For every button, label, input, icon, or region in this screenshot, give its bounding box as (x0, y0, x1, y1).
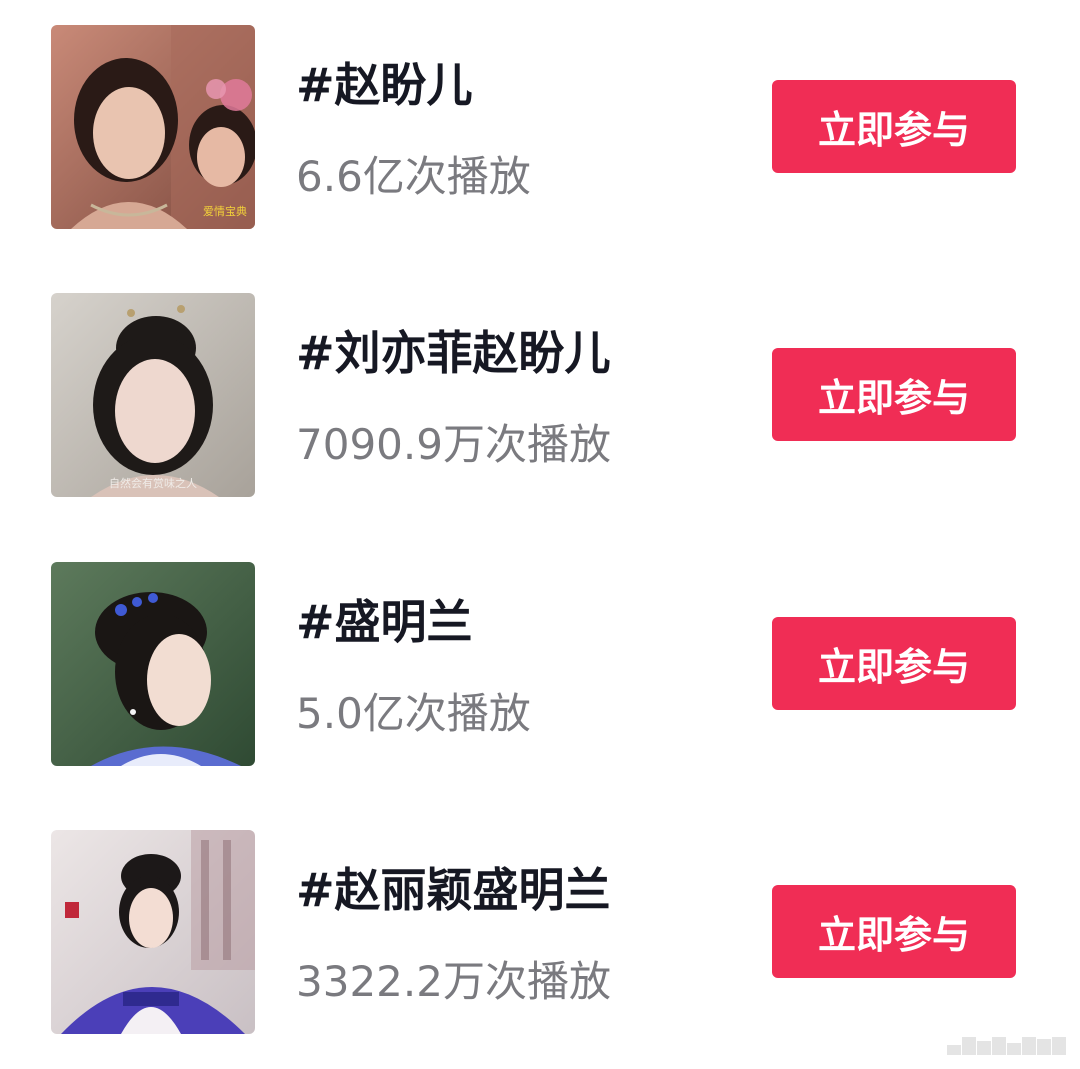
join-button[interactable]: 立即参与 (772, 80, 1016, 173)
topic-row[interactable]: 自然会有赏味之人 #刘亦菲赵盼儿 7090.9万次播放 立即参与 (0, 293, 1080, 497)
topic-title[interactable]: #赵丽颖盛明兰 (296, 862, 611, 918)
join-button[interactable]: 立即参与 (772, 885, 1016, 978)
topic-thumbnail[interactable] (51, 562, 255, 766)
topic-row[interactable]: #盛明兰 5.0亿次播放 立即参与 (0, 562, 1080, 766)
join-button[interactable]: 立即参与 (772, 617, 1016, 710)
play-count: 5.0亿次播放 (296, 689, 531, 738)
join-button[interactable]: 立即参与 (772, 348, 1016, 441)
thumb-caption: 自然会有赏味之人 (109, 477, 197, 490)
topic-row[interactable]: #赵丽颖盛明兰 3322.2万次播放 立即参与 (0, 830, 1080, 1034)
topic-thumbnail[interactable] (51, 830, 255, 1034)
thumb-caption: 爱情宝典 (203, 205, 247, 218)
topic-title[interactable]: #盛明兰 (296, 594, 473, 650)
topic-thumbnail[interactable]: 自然会有赏味之人 (51, 293, 255, 497)
topic-title[interactable]: #赵盼儿 (296, 57, 473, 113)
play-count: 6.6亿次播放 (296, 152, 531, 201)
watermark-bars (946, 1037, 1066, 1055)
topic-title[interactable]: #刘亦菲赵盼儿 (296, 325, 611, 381)
play-count: 7090.9万次播放 (296, 420, 611, 469)
topic-row[interactable]: 爱情宝典 #赵盼儿 6.6亿次播放 立即参与 (0, 25, 1080, 229)
topic-thumbnail[interactable]: 爱情宝典 (51, 25, 255, 229)
play-count: 3322.2万次播放 (296, 957, 611, 1006)
